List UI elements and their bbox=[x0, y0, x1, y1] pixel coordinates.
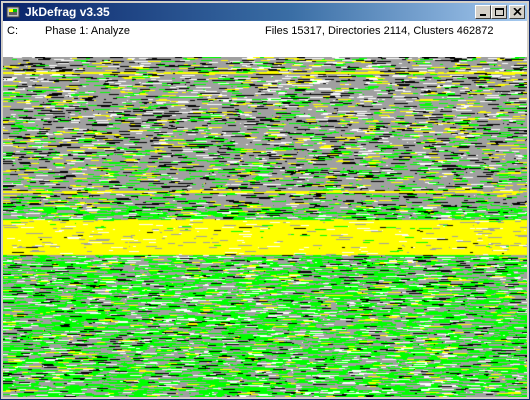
phase-text: Phase 1: Analyze bbox=[45, 25, 131, 37]
status-panel: C: Phase 1: Analyze Files 15317, Directo… bbox=[3, 21, 527, 57]
disk-stats: Files 15317, Directories 2114, Clusters … bbox=[265, 25, 494, 37]
maximize-icon bbox=[495, 8, 504, 16]
disk-cluster-map bbox=[3, 57, 527, 397]
drive-letter: C: bbox=[7, 25, 18, 37]
title-bar[interactable]: JkDefrag v3.35 bbox=[3, 3, 527, 21]
jkdefrag-window: JkDefrag v3.35 C: Phase 1: Analyze Files… bbox=[0, 0, 530, 400]
minimize-icon bbox=[480, 14, 486, 16]
minimize-button[interactable] bbox=[475, 5, 491, 19]
close-button[interactable] bbox=[509, 5, 525, 19]
jkdefrag-app-icon[interactable] bbox=[6, 5, 20, 19]
maximize-button[interactable] bbox=[491, 5, 507, 19]
close-icon bbox=[513, 8, 522, 16]
window-title: JkDefrag v3.35 bbox=[25, 5, 110, 19]
